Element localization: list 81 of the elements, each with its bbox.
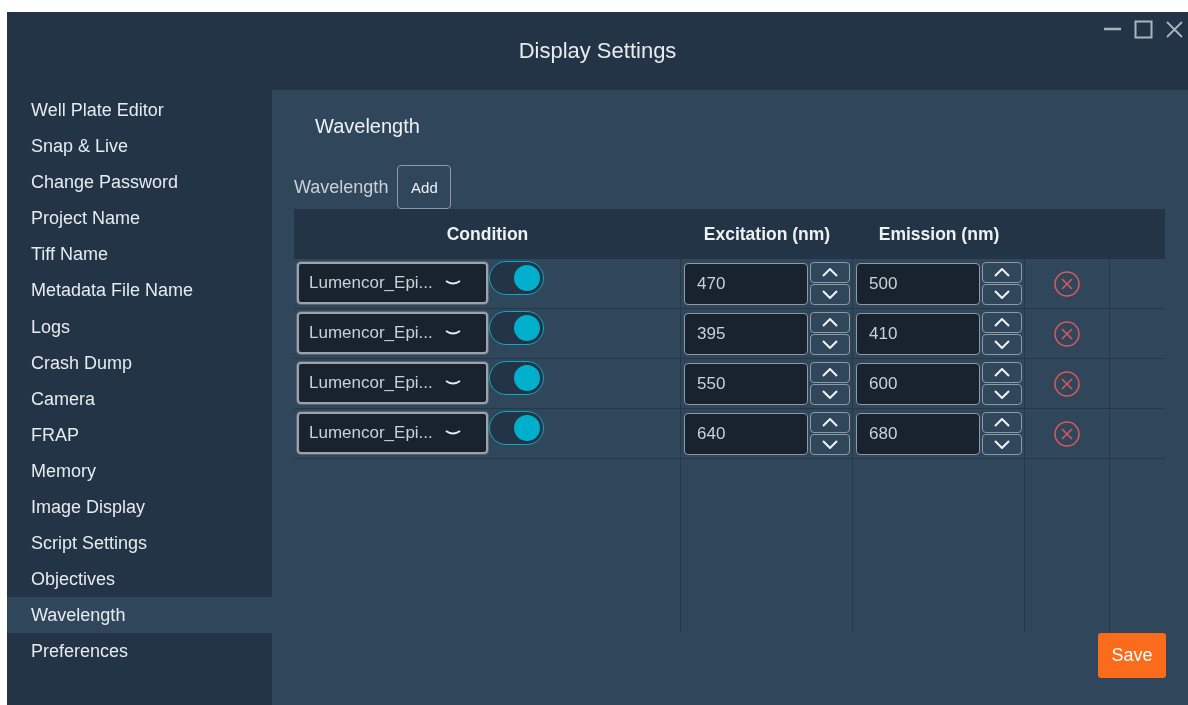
decrement-button[interactable] — [982, 334, 1022, 355]
number-field[interactable]: 410 — [856, 312, 980, 355]
increment-button[interactable] — [810, 312, 850, 333]
toggle-switch[interactable] — [489, 261, 544, 295]
sidebar-item[interactable]: Crash Dump — [7, 344, 272, 381]
chevron-down-icon — [822, 390, 838, 399]
chevron-up-icon — [994, 318, 1010, 327]
close-icon[interactable] — [1165, 20, 1184, 39]
field-label: Wavelength — [294, 176, 389, 198]
chevron-down-icon — [444, 429, 461, 437]
delete-icon[interactable] — [1054, 420, 1080, 447]
toggle-switch[interactable] — [489, 411, 544, 445]
section-heading: Wavelength — [315, 115, 420, 138]
chevron-down-icon — [822, 290, 838, 299]
sidebar-item[interactable]: Preferences — [7, 633, 272, 670]
number-field[interactable]: 395 — [684, 312, 808, 355]
chevron-down-icon — [994, 440, 1010, 449]
increment-button[interactable] — [982, 312, 1022, 333]
decrement-button[interactable] — [982, 284, 1022, 305]
decrement-button[interactable] — [982, 384, 1022, 405]
chevron-down-icon — [822, 340, 838, 349]
window-title: Display Settings — [518, 38, 677, 64]
condition-dropdown[interactable]: Lumencor_Epi... — [297, 362, 488, 404]
condition-dropdown[interactable]: Lumencor_Epi... — [297, 262, 488, 304]
sidebar-item[interactable]: Objectives — [7, 561, 272, 598]
number-field[interactable]: 550 — [684, 362, 808, 405]
chevron-down-icon — [444, 329, 461, 337]
number-field[interactable]: 640 — [684, 412, 808, 455]
increment-button[interactable] — [810, 262, 850, 283]
delete-icon[interactable] — [1054, 370, 1080, 397]
condition-dropdown[interactable]: Lumencor_Epi... — [297, 412, 488, 454]
number-field[interactable]: 600 — [856, 362, 980, 405]
sidebar-item[interactable]: Tiff Name — [7, 236, 272, 273]
sidebar-item[interactable]: Wavelength — [7, 597, 272, 634]
decrement-button[interactable] — [810, 284, 850, 305]
sidebar-item[interactable]: Script Settings — [7, 525, 272, 562]
column-header: Excitation (nm) — [703, 223, 831, 245]
increment-button[interactable] — [982, 262, 1022, 283]
number-field[interactable]: 680 — [856, 412, 980, 455]
delete-icon[interactable] — [1054, 270, 1080, 297]
column-header: Emission (nm) — [878, 223, 1000, 245]
sidebar-item[interactable]: Memory — [7, 452, 272, 490]
sidebar-item[interactable]: Project Name — [7, 200, 272, 237]
chevron-down-icon — [822, 440, 838, 449]
increment-button[interactable] — [982, 362, 1022, 383]
decrement-button[interactable] — [982, 434, 1022, 455]
decrement-button[interactable] — [810, 334, 850, 355]
chevron-down-icon — [994, 290, 1010, 299]
sidebar-item[interactable]: Change Password — [7, 164, 272, 201]
decrement-button[interactable] — [810, 434, 850, 455]
chevron-up-icon — [822, 418, 838, 427]
sidebar-item[interactable]: Camera — [7, 380, 272, 417]
chevron-up-icon — [994, 268, 1010, 277]
sidebar-item[interactable]: Snap & Live — [7, 128, 272, 165]
sidebar-item[interactable]: Metadata File Name — [7, 272, 272, 309]
increment-button[interactable] — [810, 362, 850, 383]
chevron-up-icon — [822, 268, 838, 277]
add-button[interactable]: Add — [397, 165, 452, 209]
chevron-down-icon — [994, 390, 1010, 399]
increment-button[interactable] — [982, 412, 1022, 433]
maximize-icon[interactable] — [1134, 20, 1153, 39]
number-field[interactable]: 500 — [856, 262, 980, 305]
chevron-up-icon — [994, 418, 1010, 427]
toggle-switch[interactable] — [489, 311, 544, 345]
condition-dropdown[interactable]: Lumencor_Epi... — [297, 312, 488, 354]
chevron-down-icon — [444, 379, 461, 387]
sidebar-item[interactable]: Well Plate Editor — [7, 92, 272, 129]
number-field[interactable]: 470 — [684, 262, 808, 305]
chevron-up-icon — [994, 368, 1010, 377]
sidebar-item[interactable]: Image Display — [7, 489, 272, 526]
sidebar-item[interactable]: Logs — [7, 308, 272, 345]
chevron-up-icon — [822, 318, 838, 327]
chevron-down-icon — [994, 340, 1010, 349]
increment-button[interactable] — [810, 412, 850, 433]
sidebar-item[interactable]: FRAP — [7, 416, 272, 453]
column-header: Condition — [446, 223, 529, 245]
chevron-down-icon — [444, 279, 461, 287]
toggle-switch[interactable] — [489, 361, 544, 395]
decrement-button[interactable] — [810, 384, 850, 405]
delete-icon[interactable] — [1054, 320, 1080, 347]
chevron-up-icon — [822, 368, 838, 377]
